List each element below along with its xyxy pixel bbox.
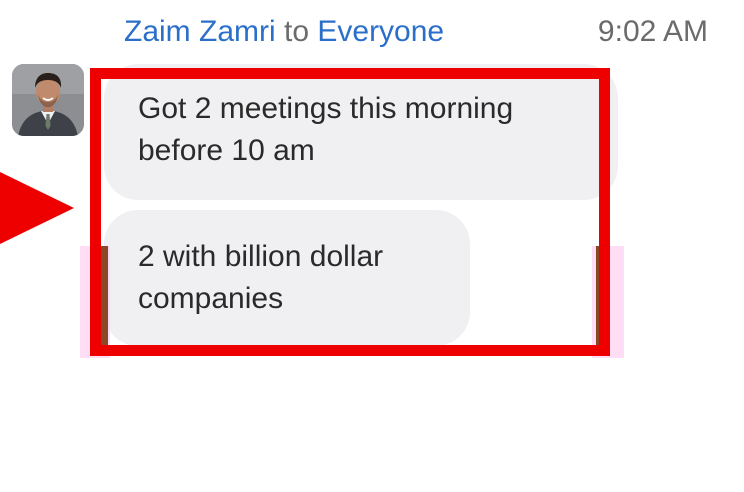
sender-name[interactable]: Zaim Zamri bbox=[124, 15, 276, 48]
sender-line: Zaim Zamri to Everyone bbox=[124, 15, 444, 49]
message-header: Zaim Zamri to Everyone 9:02 AM bbox=[124, 12, 708, 52]
chat-panel: Zaim Zamri to Everyone 9:02 AM Got 2 mee… bbox=[0, 0, 744, 492]
message-timestamp: 9:02 AM bbox=[597, 15, 708, 48]
red-arrow-icon bbox=[0, 172, 74, 244]
avatar[interactable] bbox=[12, 64, 84, 136]
to-label: to bbox=[284, 15, 310, 48]
annotation-highlight-box bbox=[90, 68, 610, 356]
recipient-name[interactable]: Everyone bbox=[317, 15, 444, 48]
user-avatar-icon bbox=[12, 64, 84, 136]
